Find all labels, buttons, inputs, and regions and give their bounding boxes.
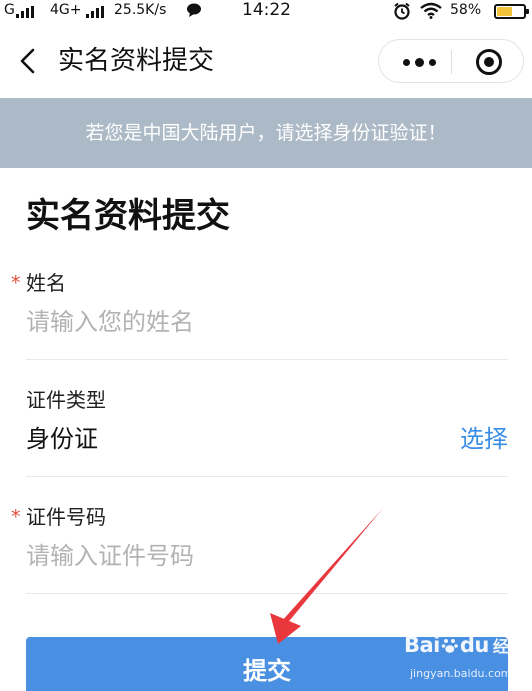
select-id-type-link[interactable]: 选择 <box>460 423 508 455</box>
status-bar: G 4G+ 25.5K/s 14:22 58% <box>0 0 532 24</box>
baidu-jingyan-watermark: Bai du 经验 jingyan.baidu.com <box>404 633 530 689</box>
battery-fill <box>497 7 512 16</box>
battery-icon <box>494 4 529 19</box>
battery-percent: 58% <box>450 2 482 18</box>
carrier-label: G <box>4 2 15 18</box>
row-divider <box>26 593 508 594</box>
row-divider <box>26 476 508 477</box>
required-mark: * <box>11 506 21 528</box>
nav-bar: 实名资料提交 <box>0 24 532 98</box>
wifi-icon <box>420 2 442 23</box>
notice-banner: 若您是中国大陆用户，请选择身份证验证！ <box>0 98 532 168</box>
name-label: 姓名 <box>26 271 66 295</box>
row-divider <box>26 359 508 360</box>
nav-title: 实名资料提交 <box>58 46 215 76</box>
alarm-icon <box>393 2 411 24</box>
network-speed: 25.5K/s <box>114 2 167 18</box>
required-mark: * <box>11 272 21 294</box>
id-type-value: 身份证 <box>26 425 98 453</box>
baidu-logo: Bai du 经验 <box>404 633 524 657</box>
chat-bubble-icon <box>186 2 202 22</box>
name-input[interactable] <box>26 306 406 338</box>
back-arrow-icon[interactable] <box>18 48 38 74</box>
id-number-field: * 证件号码 <box>11 504 508 584</box>
capsule-divider <box>451 50 452 74</box>
id-number-label: 证件号码 <box>26 505 106 529</box>
form-title: 实名资料提交 <box>26 196 230 236</box>
clock-time: 14:22 <box>242 0 291 20</box>
id-type-field[interactable]: 证件类型 身份证 选择 <box>26 387 508 467</box>
id-number-input[interactable] <box>26 540 406 572</box>
watermark-url: jingyan.baidu.com <box>410 667 512 680</box>
more-dots-icon[interactable] <box>391 44 447 80</box>
mini-program-capsule <box>378 39 524 83</box>
id-type-label: 证件类型 <box>26 388 106 412</box>
name-field: * 姓名 <box>11 270 508 350</box>
target-icon[interactable] <box>463 44 515 80</box>
network-type: 4G+ <box>50 2 82 18</box>
